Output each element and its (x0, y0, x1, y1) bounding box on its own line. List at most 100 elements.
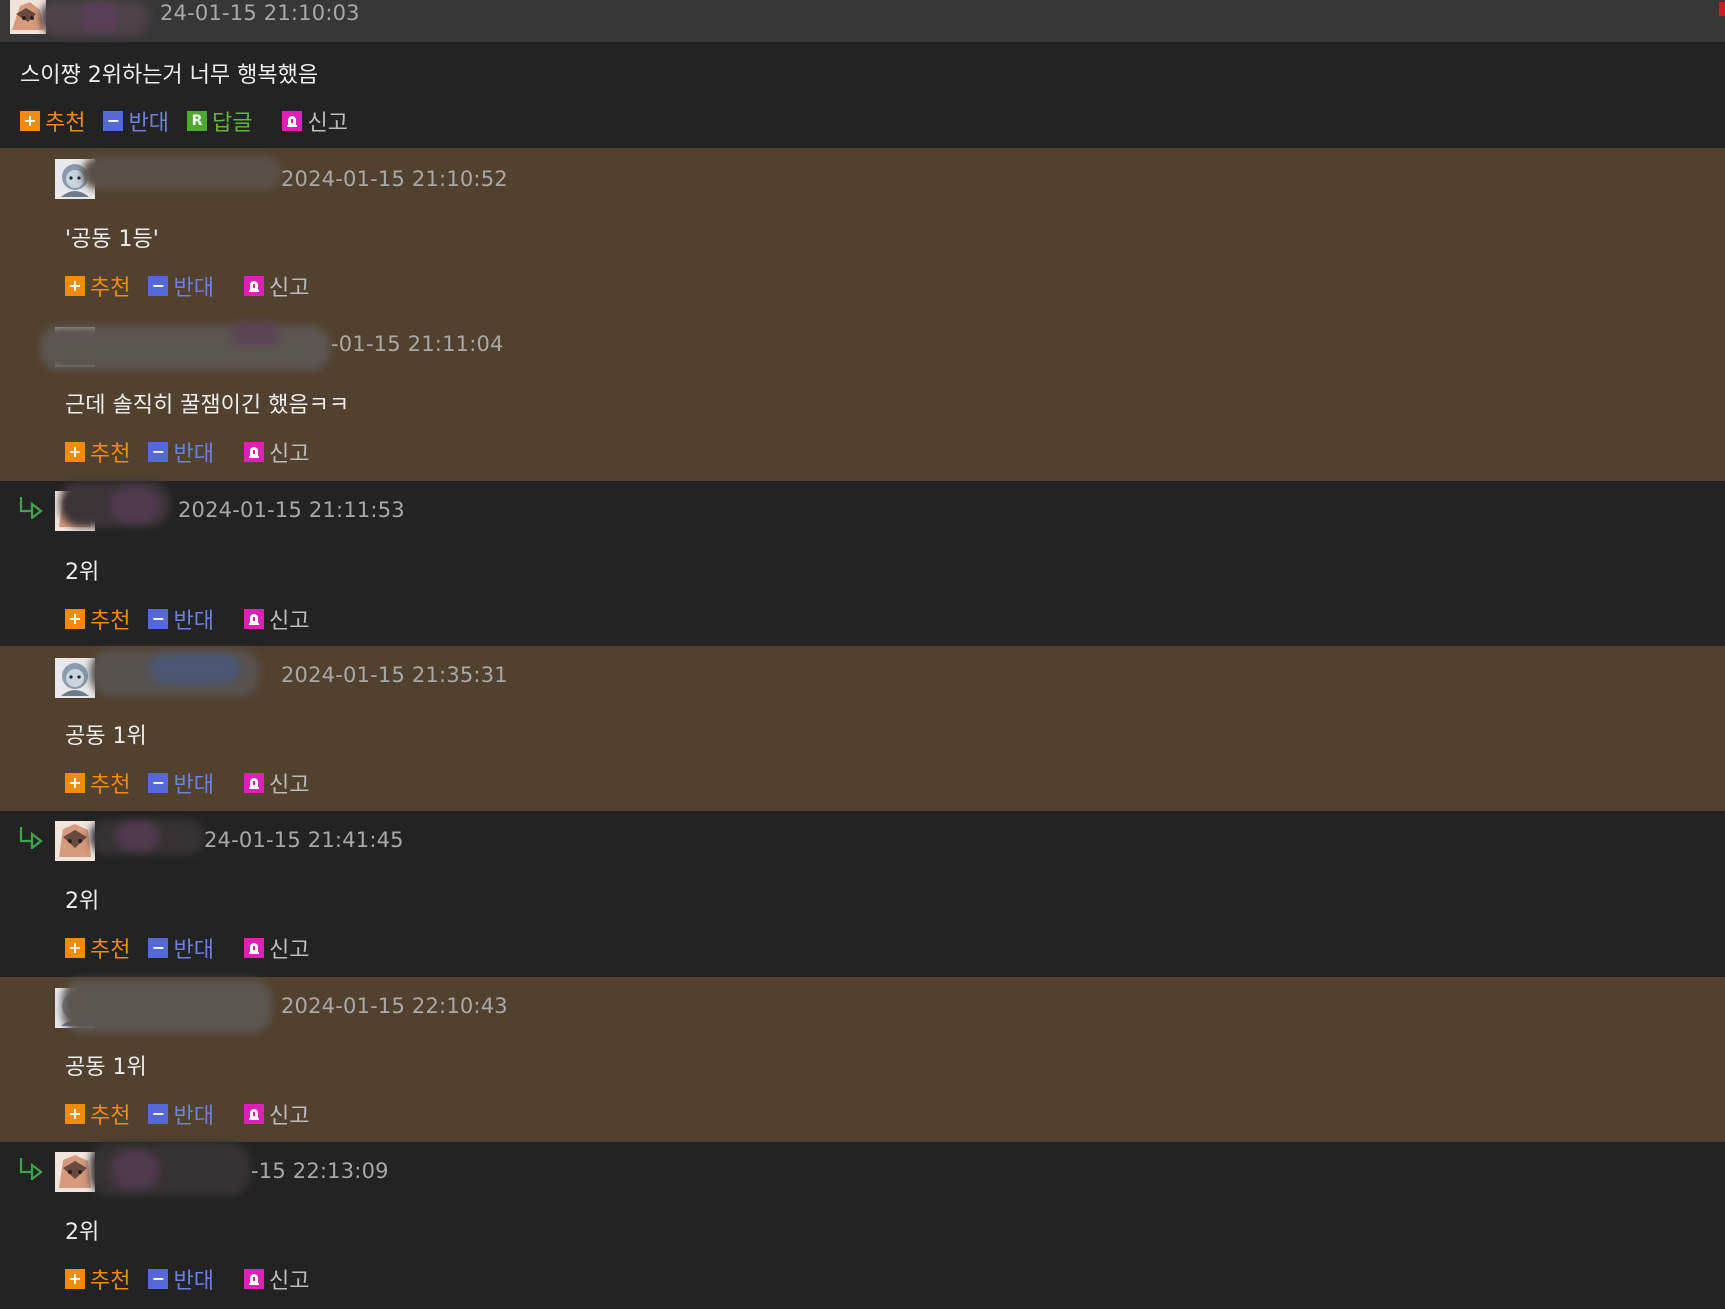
redacted-username-part (80, 2, 120, 32)
recommend-label: 추천 (90, 773, 131, 798)
oppose-button[interactable]: − 반대 (148, 1098, 214, 1130)
plus-icon: + (65, 609, 85, 629)
recommend-label: 추천 (90, 442, 131, 467)
siren-icon (243, 938, 264, 958)
plus-icon: + (20, 111, 40, 131)
comment-actions: + 추천 − 반대 신고 (65, 1098, 327, 1130)
recommend-label: 추천 (90, 938, 131, 963)
report-button[interactable]: 신고 (243, 1263, 310, 1295)
comment-text: 2위 (65, 560, 100, 585)
reply-arrow-icon (19, 827, 43, 849)
recommend-button[interactable]: + 추천 (65, 767, 130, 799)
recommend-button[interactable]: + 추천 (65, 603, 130, 635)
recommend-label: 추천 (90, 1104, 131, 1129)
recommend-label: 추천 (90, 1269, 131, 1294)
comment-timestamp: 24-01-15 21:41:45 (204, 828, 404, 852)
comment-row: 2024-01-15 21:10:52 '공동 1등' + 추천 − 반대 신고 (0, 148, 1725, 313)
avatar[interactable] (55, 658, 95, 698)
comment-thread: 24-01-15 21:10:03 스이쨩 2위하는거 너무 행복했음 + 추천… (0, 0, 1725, 1309)
comment-text: 2위 (65, 889, 100, 914)
comment-row: 2024-01-15 21:35:31 공동 1위 + 추천 − 반대 신고 (0, 646, 1725, 811)
comment-actions: + 추천 − 반대 신고 (65, 603, 327, 635)
siren-icon (243, 442, 264, 462)
recommend-label: 추천 (90, 609, 131, 634)
report-button[interactable]: 신고 (243, 767, 310, 799)
report-label: 신고 (268, 1269, 310, 1294)
recommend-button[interactable]: + 추천 (65, 1098, 130, 1130)
comment-timestamp: -01-15 21:11:04 (331, 332, 504, 356)
comment-text: 2위 (65, 1220, 100, 1245)
comment-timestamp: 2024-01-15 21:35:31 (281, 663, 508, 687)
comment-actions: + 추천 − 반대 신고 (65, 932, 327, 964)
report-label: 신고 (268, 442, 310, 467)
redacted-username-part (150, 654, 240, 684)
siren-icon (243, 773, 264, 793)
minus-icon: − (148, 1104, 169, 1124)
comment-timestamp: -15 22:13:09 (251, 1159, 389, 1183)
oppose-button[interactable]: − 반대 (148, 932, 214, 964)
recommend-label: 추천 (45, 111, 86, 136)
avatar[interactable] (55, 821, 95, 861)
siren-icon (243, 276, 264, 296)
oppose-label: 반대 (173, 773, 214, 798)
recommend-button[interactable]: + 추천 (65, 1263, 130, 1295)
report-label: 신고 (268, 609, 310, 634)
oppose-label: 반대 (173, 1269, 214, 1294)
recommend-button[interactable]: + 추천 (65, 932, 130, 964)
comment-text: 공동 1위 (65, 724, 147, 749)
minus-icon: − (148, 276, 169, 296)
minus-icon: − (148, 773, 169, 793)
oppose-label: 반대 (173, 1104, 214, 1129)
siren-icon (243, 609, 264, 629)
reply-r-icon: R (186, 111, 207, 131)
oppose-label: 반대 (173, 276, 214, 301)
report-label: 신고 (268, 1104, 310, 1129)
redacted-username-part (110, 487, 160, 523)
reply-button[interactable]: R 답글 (186, 105, 252, 137)
comment-actions: + 추천 − 반대 신고 (65, 436, 327, 468)
reply-arrow-icon (19, 1158, 43, 1180)
minus-icon: − (103, 111, 124, 131)
report-button[interactable]: 신고 (243, 603, 310, 635)
oppose-button[interactable]: − 반대 (103, 105, 169, 137)
report-label: 신고 (268, 773, 310, 798)
report-button[interactable]: 신고 (243, 1098, 310, 1130)
report-button[interactable]: 신고 (243, 436, 310, 468)
recommend-button[interactable]: + 추천 (65, 270, 130, 302)
oppose-label: 반대 (128, 111, 169, 136)
comment-row: 24-01-15 21:41:45 2위 + 추천 − 반대 신고 (0, 811, 1725, 977)
oppose-button[interactable]: − 반대 (148, 603, 214, 635)
oppose-label: 반대 (173, 609, 214, 634)
report-button[interactable]: 신고 (243, 932, 309, 964)
redacted-username-part (230, 321, 280, 345)
reply-arrow-icon (19, 497, 43, 519)
report-button[interactable]: 신고 (282, 105, 348, 137)
plus-icon: + (65, 276, 85, 296)
comment-text: 스이쨩 2위하는거 너무 행복했음 (20, 63, 319, 88)
report-marker-icon (1719, 2, 1725, 16)
minus-icon: − (148, 609, 169, 629)
oppose-button[interactable]: − 반대 (148, 1263, 214, 1295)
siren-icon (243, 1104, 264, 1124)
comment-text: 근데 솔직히 꿀잼이긴 했음ㅋㅋ (65, 393, 350, 418)
minus-icon: − (148, 1269, 169, 1289)
redacted-username (62, 979, 272, 1033)
oppose-button[interactable]: − 반대 (148, 767, 214, 799)
comment-timestamp: 24-01-15 21:10:03 (160, 1, 360, 25)
minus-icon: − (148, 442, 169, 462)
recommend-button[interactable]: + 추천 (65, 436, 130, 468)
siren-icon (282, 111, 303, 131)
comment-actions: + 추천 − 반대 신고 (65, 1263, 327, 1295)
report-button[interactable]: 신고 (243, 270, 309, 302)
comment-actions: + 추천 − 반대 신고 (65, 270, 327, 302)
oppose-label: 반대 (173, 938, 214, 963)
oppose-button[interactable]: − 반대 (148, 436, 214, 468)
comment-text: '공동 1등' (65, 227, 159, 252)
plus-icon: + (65, 1104, 85, 1124)
recommend-button[interactable]: + 추천 (20, 105, 85, 137)
comment-timestamp: 2024-01-15 21:10:52 (281, 167, 508, 191)
comment-row: -15 22:13:09 2위 + 추천 − 반대 신고 (0, 1142, 1725, 1309)
comment-row: 24-01-15 21:10:03 스이쨩 2위하는거 너무 행복했음 + 추천… (0, 0, 1725, 148)
oppose-button[interactable]: − 반대 (148, 270, 214, 302)
avatar[interactable] (55, 1152, 95, 1192)
